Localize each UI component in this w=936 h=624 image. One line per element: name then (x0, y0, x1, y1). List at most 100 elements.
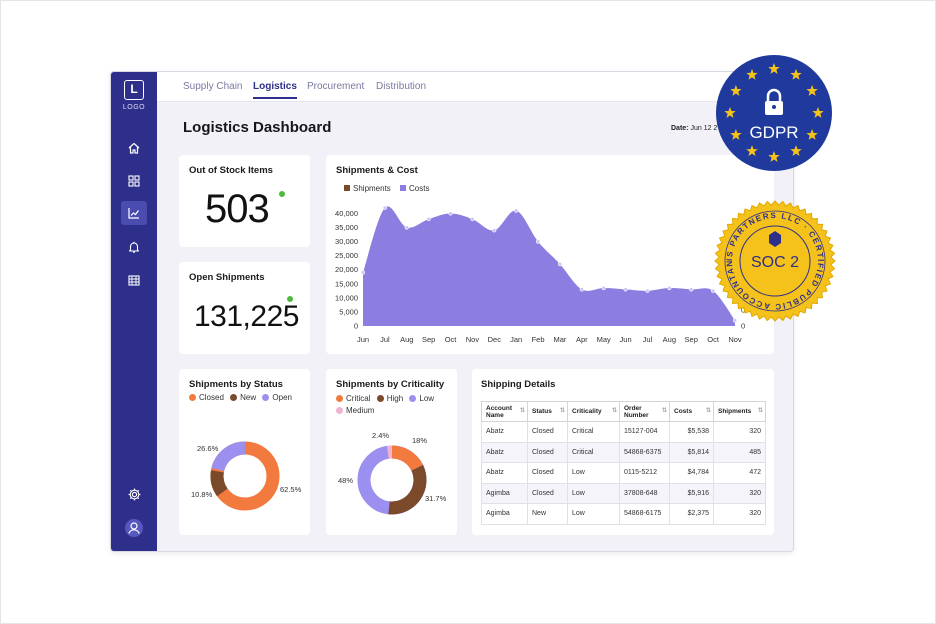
card-shipments-by-status: Shipments by Status Closed New Open 26.6… (179, 369, 310, 535)
y-tick-label: 30,000 (335, 237, 358, 246)
tab-supply-chain[interactable]: Supply Chain (183, 81, 242, 92)
cell-status: Closed (527, 462, 568, 484)
cell-shipments: 320 (713, 503, 766, 525)
x-tick-label: Dec (488, 335, 502, 344)
header-label: Criticality (572, 408, 602, 415)
data-point[interactable] (535, 239, 541, 244)
cell-account: Abatz (481, 462, 528, 484)
header-label: Costs (674, 408, 693, 415)
x-tick-label: Jul (380, 335, 390, 344)
home-icon (128, 142, 140, 154)
donut-open[interactable] (211, 441, 246, 472)
header-label: Shipments (718, 408, 752, 415)
nav-profile[interactable] (121, 516, 147, 540)
cell-costs: $2,375 (669, 503, 714, 525)
table-row[interactable]: Abatz Closed Critical 54868-6375 $5,814 485 (481, 441, 766, 463)
shipping-table: Account Name ⇅ Status ⇅ Criticality ⇅ Order… (481, 401, 766, 525)
x-tick-label: Oct (445, 335, 458, 344)
col-shipments[interactable]: Shipments ⇅ (713, 401, 766, 422)
soc2-badge: IS PARTNERS LLC · CERTIFIED PUBLIC ACCOU… (711, 199, 836, 322)
gdpr-text: GDPR (749, 123, 798, 142)
x-tick-label: Aug (400, 335, 413, 344)
y-tick-label: 20,000 (335, 265, 358, 274)
data-point[interactable] (667, 285, 672, 291)
date-display: Date: Jun 12 2 (671, 125, 717, 132)
col-criticality[interactable]: Criticality ⇅ (567, 401, 620, 422)
cell-criticality: Critical (567, 441, 620, 463)
cell-status: Closed (527, 441, 568, 463)
sort-icon[interactable]: ⇅ (758, 408, 763, 415)
col-account-name[interactable]: Account Name ⇅ (481, 401, 528, 422)
costs-area (363, 206, 735, 326)
data-point[interactable] (470, 216, 475, 222)
donut-new[interactable] (210, 470, 230, 497)
data-point[interactable] (426, 216, 431, 222)
tab-logistics[interactable]: Logistics (253, 81, 297, 99)
status-dot (279, 191, 285, 197)
donut-critical[interactable] (391, 445, 424, 472)
donut-high[interactable] (388, 464, 427, 515)
table-row[interactable]: Agimba Closed Low 37808-648 $5,916 320 (481, 482, 766, 504)
data-point[interactable] (623, 287, 628, 292)
col-costs[interactable]: Costs ⇅ (669, 401, 714, 422)
col-status[interactable]: Status ⇅ (527, 401, 568, 422)
cell-costs: $5,538 (669, 421, 714, 443)
x-tick-label: Jan (510, 335, 522, 344)
cell-criticality: Low (567, 482, 620, 504)
sort-icon[interactable]: ⇅ (560, 408, 565, 415)
sidebar: L LOGO (111, 72, 157, 551)
tab-procurement[interactable]: Procurement (307, 81, 364, 92)
cell-status: New (527, 503, 568, 525)
label-critical: 18% (412, 436, 428, 445)
cell-order: 15127-004 (619, 421, 670, 443)
cell-account: Agimba (481, 482, 528, 504)
sort-icon[interactable]: ⇅ (612, 408, 617, 415)
y-tick-label: 0 (354, 322, 358, 331)
logo-mark[interactable]: L (124, 80, 144, 100)
x-tick-label: Jul (643, 335, 653, 344)
nav-calendar[interactable] (121, 268, 147, 292)
label-high: 31.7% (425, 494, 447, 503)
data-point[interactable] (645, 288, 650, 293)
cell-status: Closed (527, 482, 568, 504)
x-tick-label: Nov (728, 335, 742, 344)
x-tick-label: Nov (466, 335, 480, 344)
col-order-number[interactable]: Order Number ⇅ (619, 401, 670, 422)
cell-costs: $4,784 (669, 462, 714, 484)
data-point[interactable] (404, 225, 409, 230)
nav-settings[interactable] (121, 482, 147, 506)
tab-distribution[interactable]: Distribution (376, 81, 426, 92)
data-point[interactable] (557, 261, 563, 267)
sort-icon[interactable]: ⇅ (706, 408, 711, 415)
logo-text: LOGO (122, 104, 146, 111)
table-row[interactable]: Abatz Closed Low 0115-5212 $4,784 472 (481, 462, 766, 484)
data-point[interactable] (579, 287, 584, 292)
header-label: Account Name (486, 404, 512, 419)
data-point[interactable] (382, 205, 387, 210)
data-point[interactable] (360, 270, 366, 275)
cell-shipments: 320 (713, 421, 766, 443)
nav-notifications[interactable] (121, 235, 147, 259)
nav-analytics[interactable] (121, 201, 147, 225)
y-tick-label: 5,000 (339, 307, 358, 316)
data-point[interactable] (601, 285, 606, 291)
y-tick-label: 10,000 (335, 293, 358, 302)
cell-costs: $5,916 (669, 482, 714, 504)
x-tick-label: May (597, 335, 611, 344)
label-open: 26.6% (197, 444, 219, 453)
nav-home[interactable] (121, 136, 147, 160)
header-label: Status (532, 408, 552, 415)
data-point[interactable] (689, 287, 694, 292)
nav-dashboard[interactable] (121, 169, 147, 193)
table-title: Shipping Details (481, 379, 556, 390)
sort-icon[interactable]: ⇅ (662, 408, 667, 415)
data-point[interactable] (448, 211, 453, 216)
table-row[interactable]: Agimba New Low 54868-6175 $2,375 320 (481, 503, 766, 525)
sort-icon[interactable]: ⇅ (520, 408, 525, 415)
x-tick-label: Sep (685, 335, 698, 344)
cell-shipments: 485 (713, 441, 766, 463)
y-tick-label: 25,000 (335, 251, 358, 260)
table-row[interactable]: Abatz Closed Critical 15127-004 $5,538 320 (481, 421, 766, 443)
data-point[interactable] (492, 228, 497, 233)
data-point[interactable] (514, 208, 519, 213)
